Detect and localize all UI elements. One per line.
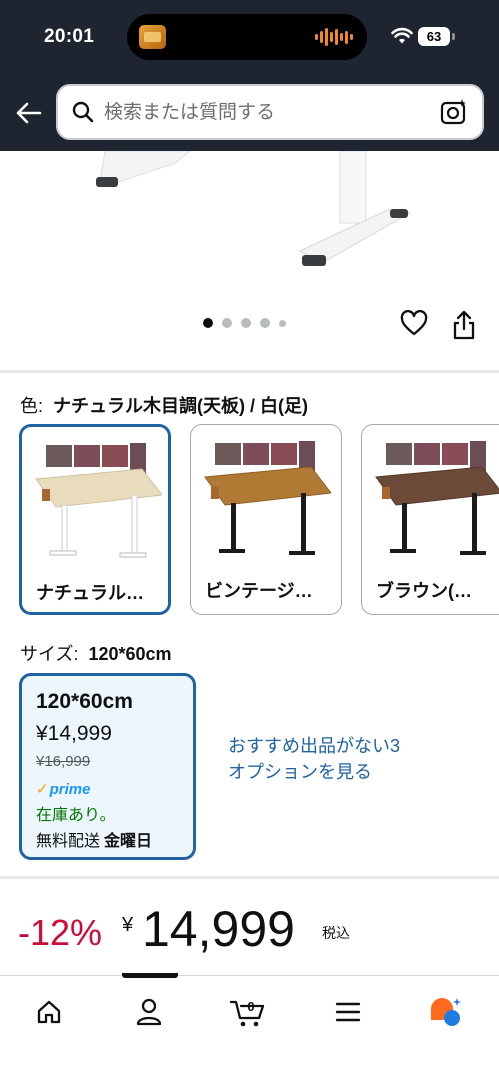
dynamic-island [127, 14, 367, 60]
size-option-price: ¥14,999 [36, 722, 112, 745]
nav-rufus[interactable] [426, 992, 466, 1032]
carousel-dot[interactable] [203, 318, 213, 328]
prime-label: prime [49, 781, 91, 798]
desk-legs-image [96, 151, 412, 266]
carousel-dot[interactable] [279, 319, 286, 327]
search-input[interactable] [104, 98, 434, 126]
back-button[interactable] [14, 98, 44, 128]
bottom-navigation: 0 [0, 973, 499, 1080]
tax-included-label: 税込 [322, 925, 350, 941]
color-option-vintage[interactable]: ビンテージ… [190, 424, 342, 615]
wishlist-heart-icon[interactable] [400, 310, 428, 338]
color-option-brown[interactable]: ブラウン(… [361, 424, 499, 615]
color-option-natural[interactable]: ナチュラル… [19, 424, 171, 615]
search-bar[interactable] [56, 84, 484, 140]
carousel-dot[interactable] [260, 318, 270, 328]
other-options-link[interactable]: おすすめ出品がない3オプションを見る [228, 733, 408, 785]
color-option-label: ブラウン(… [376, 581, 472, 601]
color-selected-value: ナチュラル木目調(天板) / 白(足) [53, 396, 308, 416]
nav-home[interactable] [29, 992, 69, 1032]
color-label-row: 色: ナチュラル木目調(天板) / 白(足) [20, 392, 308, 418]
section-divider [0, 370, 499, 373]
size-label: サイズ: [20, 644, 79, 664]
swatch-image-natural [35, 443, 162, 558]
color-option-label: ナチュラル… [36, 583, 144, 603]
prime-badge: ✓prime [36, 780, 90, 798]
size-option-120x60[interactable]: 120*60cm ¥14,999 ¥16,999 ✓prime 在庫あり。 無料… [19, 673, 196, 860]
carousel-dot[interactable] [222, 318, 232, 328]
delivery-day: 金曜日 [104, 833, 153, 850]
battery-indicator: 63 [418, 27, 455, 46]
cart-count: 0 [247, 999, 254, 1014]
size-option-title: 120*60cm [36, 690, 133, 713]
color-label: 色: [20, 396, 44, 416]
top-bar: 20:01 63 [0, 0, 499, 151]
size-option-list-price: ¥16,999 [36, 753, 91, 770]
back-arrow-icon [16, 102, 42, 124]
status-time: 20:01 [44, 26, 95, 47]
share-icon[interactable] [452, 310, 476, 340]
price-amount: 14,999 [142, 901, 295, 957]
nav-cart[interactable]: 0 [228, 992, 268, 1032]
rufus-icon [431, 998, 461, 1026]
color-option-label: ビンテージ… [205, 581, 313, 601]
discount-percent: -12% [18, 912, 103, 953]
audio-waveform-icon [315, 27, 353, 47]
stock-status: 在庫あり。 [36, 807, 116, 824]
active-tab-indicator [122, 973, 178, 978]
nav-account[interactable] [129, 992, 169, 1032]
delivery-info: 無料配送 金曜日 [36, 827, 152, 851]
menu-icon [335, 1002, 361, 1022]
prime-check-icon: ✓ [36, 781, 49, 798]
camera-search-icon[interactable] [440, 98, 468, 126]
carousel-dot[interactable] [241, 318, 251, 328]
wifi-icon [391, 27, 413, 44]
delivery-prefix: 無料配送 [36, 833, 101, 850]
swatch-image-vintage [204, 441, 331, 555]
home-icon [37, 1000, 61, 1024]
price-currency: ¥ [122, 914, 134, 936]
cart-icon: 0 [229, 999, 265, 1027]
size-selected-value: 120*60cm [88, 644, 172, 664]
product-image[interactable] [0, 151, 499, 371]
search-icon [72, 101, 94, 123]
account-icon [136, 998, 162, 1026]
now-playing-artwork [139, 25, 166, 49]
swatch-image-brown [375, 441, 499, 555]
section-divider [0, 876, 499, 879]
size-label-row: サイズ: 120*60cm [20, 640, 172, 666]
nav-menu[interactable] [328, 992, 368, 1032]
image-carousel-dots[interactable] [203, 318, 286, 328]
